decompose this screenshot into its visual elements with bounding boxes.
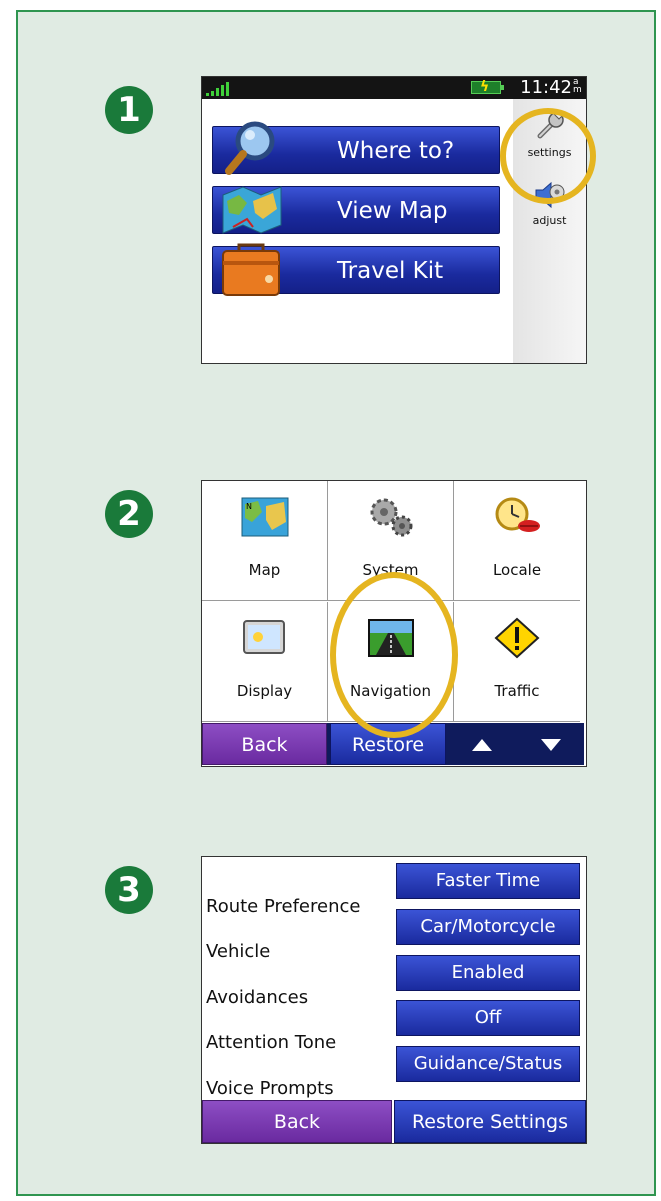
signal-strength-icon <box>206 82 229 96</box>
display-tile[interactable]: Display <box>202 602 328 722</box>
view-map-button[interactable]: View Map <box>212 186 500 234</box>
display-icon <box>243 620 285 654</box>
road-icon <box>368 619 414 657</box>
voice-prompts-label: Voice Prompts <box>206 1078 334 1099</box>
map-icon <box>222 186 282 234</box>
wrench-icon <box>537 112 564 139</box>
map-tile-label: Map <box>248 561 281 579</box>
attention-tone-label: Attention Tone <box>206 1032 337 1053</box>
step-1-badge: 1 <box>105 86 153 134</box>
settings-label: settings <box>527 146 572 159</box>
restore-settings-button[interactable]: Restore Settings <box>394 1100 586 1143</box>
attention-tone-button[interactable]: Off <box>396 1000 580 1036</box>
route-preference-button[interactable]: Faster Time <box>396 863 580 899</box>
where-to-button[interactable]: Where to? <box>212 121 500 175</box>
clock: 11:42a m <box>520 77 582 98</box>
travel-kit-label: Travel Kit <box>337 258 444 284</box>
route-preference-label: Route Preference <box>206 896 361 917</box>
vehicle-label: Vehicle <box>206 941 271 962</box>
map-icon: N <box>241 497 289 537</box>
where-to-label: Where to? <box>337 138 455 164</box>
clock-ampm: a m <box>573 77 582 95</box>
display-tile-label: Display <box>236 682 293 700</box>
settings-button[interactable]: settings <box>513 109 586 159</box>
scroll-down-button[interactable] <box>520 723 582 765</box>
instruction-panel: 1 ϟ 11:42a m settings adjust Where to? V… <box>16 10 656 1196</box>
svg-text:N: N <box>246 502 252 511</box>
map-tile[interactable]: N Map <box>202 481 328 601</box>
clock-icon <box>495 497 540 532</box>
navigation-tile[interactable]: Navigation <box>328 602 454 722</box>
avoidances-label: Avoidances <box>206 987 309 1008</box>
up-arrow-icon <box>472 738 492 751</box>
restore-button[interactable]: Restore <box>330 723 446 765</box>
step-2-badge: 2 <box>105 490 153 538</box>
step-3-badge: 3 <box>105 866 153 914</box>
clock-time: 11:42 <box>520 77 572 98</box>
gears-icon <box>370 498 413 537</box>
navigation-settings-screen: Route Preference Vehicle Avoidances Atte… <box>201 856 587 1144</box>
back-button[interactable]: Back <box>202 723 327 765</box>
down-arrow-icon <box>541 738 561 751</box>
magnifier-icon <box>225 121 275 175</box>
voice-prompts-button[interactable]: Guidance/Status <box>396 1046 580 1082</box>
scroll-up-button[interactable] <box>452 723 512 765</box>
locale-tile-label: Locale <box>492 561 542 579</box>
adjust-label: adjust <box>532 214 567 227</box>
system-tile-label: System <box>362 561 419 579</box>
vehicle-button[interactable]: Car/Motorcycle <box>396 909 580 945</box>
back-button[interactable]: Back <box>202 1100 392 1143</box>
speaker-icon <box>535 181 564 209</box>
battery-charging-icon: ϟ <box>471 79 504 95</box>
view-map-label: View Map <box>337 198 448 224</box>
suitcase-icon <box>222 243 280 296</box>
status-bar: ϟ 11:42a m <box>202 77 586 99</box>
main-menu-screen: ϟ 11:42a m settings adjust Where to? Vie… <box>201 76 587 364</box>
avoidances-button[interactable]: Enabled <box>396 955 580 991</box>
traffic-tile-label: Traffic <box>494 682 540 700</box>
warning-icon <box>494 617 540 659</box>
adjust-button[interactable]: adjust <box>513 179 586 227</box>
bottom-toolbar: Back Restore <box>202 723 584 765</box>
locale-tile[interactable]: Locale <box>454 481 580 601</box>
settings-menu-screen: N Map System Locale Display Navigation T… <box>201 480 587 767</box>
travel-kit-button[interactable]: Travel Kit <box>212 243 500 296</box>
system-tile[interactable]: System <box>328 481 454 601</box>
side-panel: settings adjust <box>513 99 586 363</box>
traffic-tile[interactable]: Traffic <box>454 602 580 722</box>
navigation-tile-label: Navigation <box>350 682 431 700</box>
